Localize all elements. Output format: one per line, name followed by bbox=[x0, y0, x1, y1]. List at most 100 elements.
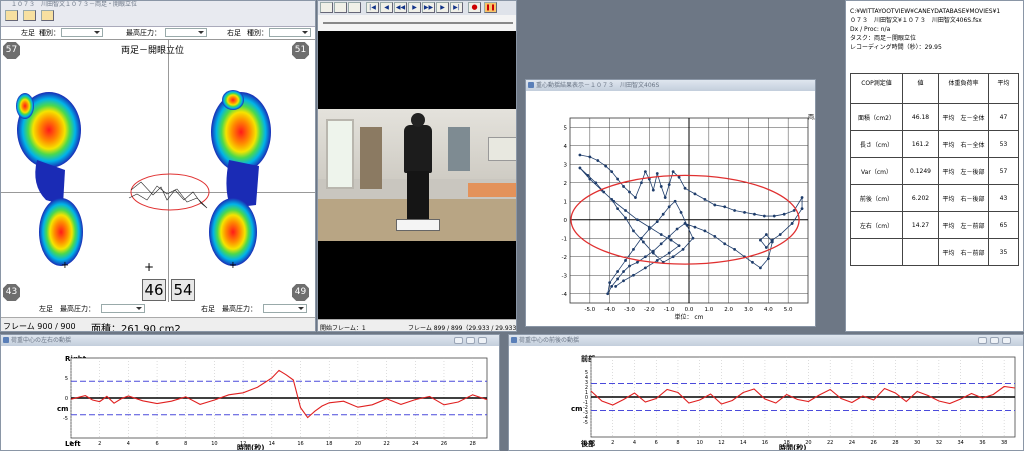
x-tick-label: 8 bbox=[184, 441, 187, 447]
cell bbox=[850, 238, 903, 266]
x-tick-label: 14 bbox=[740, 440, 746, 446]
results-window: C:¥WITTAYOOTVIEW¥CANEYDATABASE¥MOVIES¥1 … bbox=[845, 0, 1024, 332]
cop-point bbox=[691, 236, 695, 240]
start-frame-label: 開始フレーム：1 bbox=[320, 325, 366, 332]
cop-point bbox=[770, 240, 774, 244]
cop-window: 重心動揺結果表示－１０７３ 川田智文406S -5.0 -4.0 -3.0 -2.0-… bbox=[525, 79, 816, 327]
cell: 平均 右－後部 bbox=[938, 184, 989, 212]
table-row: Var（cm） 0.1249 平均 左－後部 57 bbox=[850, 157, 1019, 185]
cop-point bbox=[594, 181, 598, 185]
foot-icon[interactable] bbox=[23, 10, 36, 21]
cop-point bbox=[693, 192, 697, 196]
cop-point bbox=[622, 270, 625, 273]
cop-point bbox=[764, 246, 768, 249]
play-icon[interactable]: ▶ bbox=[408, 2, 421, 13]
cell: 35 bbox=[988, 238, 1019, 266]
y-tick-label: 0 bbox=[65, 396, 68, 402]
video-status-bar: 開始フレーム：1 フレーム 899 / 899（29.933 / 29.933 … bbox=[318, 319, 516, 332]
cop-point bbox=[713, 235, 717, 238]
bottom-left-select[interactable] bbox=[101, 304, 145, 313]
lr-sway-chart: 0 2 4 6 8 10 12 14 16 18 20 22 24 26 2850-5 bbox=[63, 357, 488, 447]
cop-point bbox=[766, 257, 770, 260]
cop-point bbox=[679, 210, 683, 214]
cop-point bbox=[661, 212, 665, 216]
cop-point bbox=[588, 177, 592, 181]
max-pressure-select[interactable] bbox=[165, 28, 207, 37]
cop-point bbox=[733, 247, 737, 251]
cop-point bbox=[624, 216, 627, 220]
table-row: 長さ（cm） 161.2 平均 右－全体 53 bbox=[850, 130, 1019, 158]
record-icon[interactable]: ● bbox=[468, 2, 481, 13]
forward-icon[interactable]: ▶▶ bbox=[422, 2, 435, 13]
left-heel-zone bbox=[39, 198, 83, 266]
save-icon[interactable] bbox=[348, 2, 361, 13]
cop-point bbox=[608, 281, 612, 285]
cop-point bbox=[596, 159, 600, 162]
cop-point bbox=[677, 244, 681, 248]
cop-point bbox=[634, 196, 637, 199]
cop-point bbox=[655, 259, 659, 262]
cop-point bbox=[681, 247, 685, 251]
cop-point bbox=[778, 233, 782, 236]
cell: 平均 左－全体 bbox=[938, 103, 989, 131]
col-value: 値 bbox=[902, 73, 939, 104]
x-tick-label: 18 bbox=[326, 441, 332, 447]
right-foot-map bbox=[209, 90, 271, 266]
cell: 65 bbox=[988, 211, 1019, 239]
right-type-label: 種別： bbox=[247, 29, 268, 37]
cop-point bbox=[610, 170, 614, 174]
open-icon[interactable] bbox=[320, 2, 333, 13]
cop-point bbox=[632, 247, 635, 251]
y-tick-label: 1 bbox=[564, 199, 568, 205]
cell: 14.27 bbox=[902, 211, 939, 239]
cell: 53 bbox=[988, 130, 1019, 158]
view-icon[interactable] bbox=[41, 10, 54, 21]
first-icon[interactable]: |◀ bbox=[366, 2, 379, 13]
right-type-select[interactable] bbox=[269, 28, 311, 37]
x-tick-label: 0 bbox=[69, 441, 72, 447]
cop-point bbox=[643, 266, 647, 270]
last-icon[interactable]: ▶| bbox=[450, 2, 463, 13]
y-tick-label: -4 bbox=[562, 292, 568, 298]
cop-point bbox=[586, 173, 590, 177]
frame-status: フレーム 900 / 900 bbox=[3, 322, 76, 331]
next-icon[interactable]: ▶ bbox=[436, 2, 449, 13]
bottom-right-select[interactable] bbox=[263, 304, 307, 313]
x-tick-label: 12 bbox=[240, 441, 246, 447]
back-icon[interactable]: ◀◀ bbox=[394, 2, 407, 13]
cop-point bbox=[753, 212, 756, 216]
x-tick-label: 34 bbox=[957, 440, 963, 446]
video-slider[interactable] bbox=[318, 15, 516, 31]
x-tick-label: 26 bbox=[441, 441, 447, 447]
cell: 0.1249 bbox=[902, 157, 939, 185]
results-path-2: ０７３ 川田智文¥１０７３ 川田智文406S.fsx bbox=[850, 17, 982, 24]
x-tick-label: 14 bbox=[269, 441, 275, 447]
cop-point bbox=[641, 240, 645, 244]
cop-point bbox=[588, 155, 592, 159]
left-type-select[interactable] bbox=[61, 28, 103, 37]
type-label: 種別： bbox=[39, 29, 60, 37]
y-tick-label: 5 bbox=[564, 125, 568, 131]
cop-point bbox=[628, 264, 631, 268]
cop-point bbox=[663, 196, 667, 199]
y-tick-label: -5 bbox=[583, 420, 588, 426]
cop-point bbox=[667, 251, 671, 255]
exam-bed bbox=[468, 183, 516, 197]
y-tick-label: -2 bbox=[562, 255, 567, 261]
cop-point bbox=[671, 255, 675, 259]
pause-icon[interactable]: ❚❚ bbox=[484, 2, 497, 13]
x-tick-label: 26 bbox=[870, 440, 876, 446]
x-tick-label: 6 bbox=[655, 440, 658, 446]
x-tick-label: 20 bbox=[805, 440, 811, 446]
trace-icon[interactable] bbox=[5, 10, 18, 21]
cell: Var（cm） bbox=[850, 157, 903, 185]
foot-window-title: １０７３ 川田智文１０７３－両足・開眼立位 bbox=[11, 1, 138, 8]
x-tick-label: 2 bbox=[98, 441, 101, 447]
pressure-display: 両足－開眼立位 57 51 43 49 46 54 + + + bbox=[1, 39, 315, 302]
x-tick-label: 36 bbox=[979, 440, 985, 446]
prev-icon[interactable]: ◀ bbox=[380, 2, 393, 13]
x-tick-label: 4.0 bbox=[764, 307, 773, 313]
col-mean: 平均 bbox=[988, 73, 1019, 104]
cop-point bbox=[643, 255, 647, 259]
copy-icon[interactable] bbox=[334, 2, 347, 13]
